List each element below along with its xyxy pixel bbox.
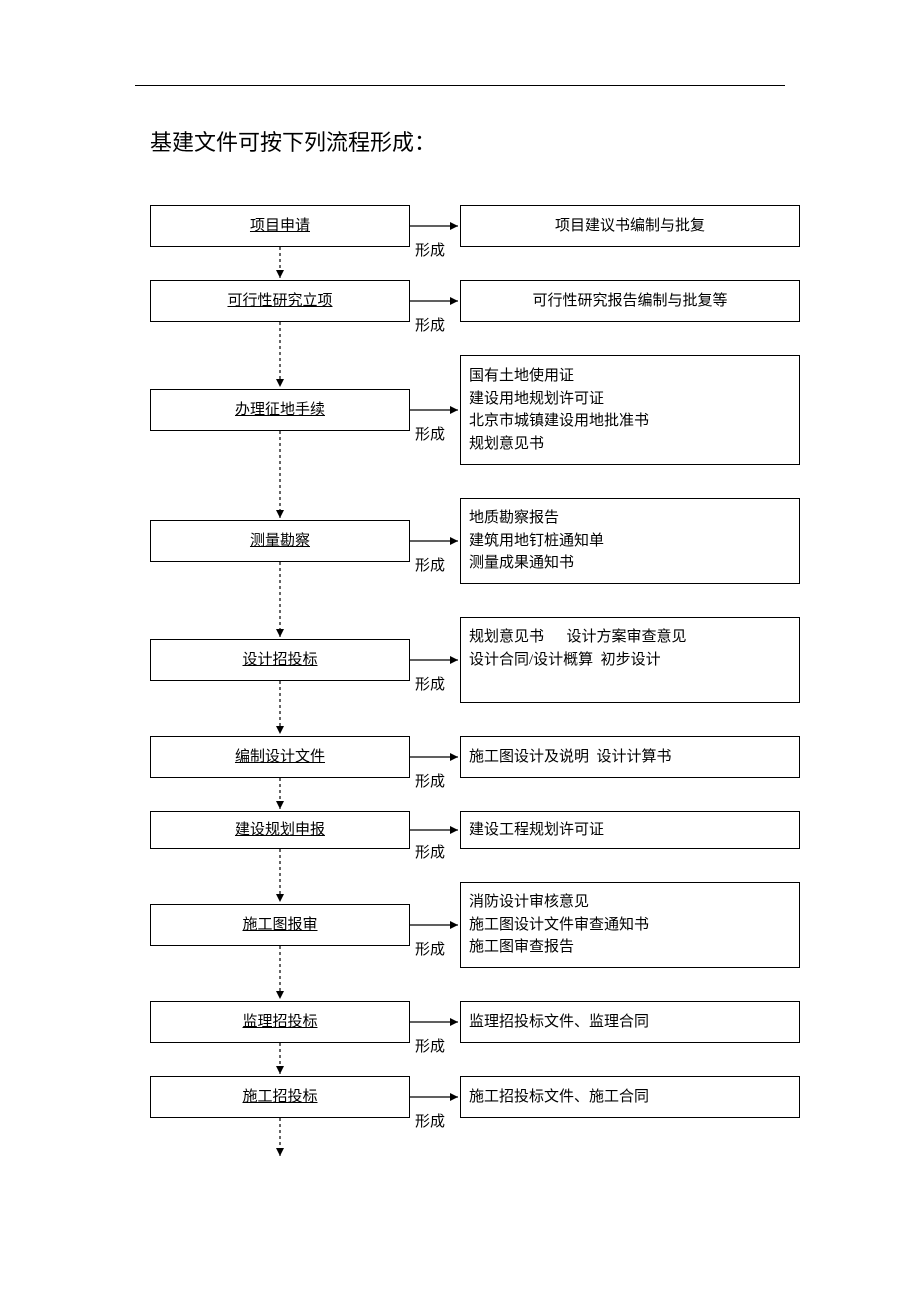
output-box: 监理招投标文件、监理合同	[460, 1001, 800, 1043]
output-line	[469, 671, 473, 694]
connector-label: 形成	[415, 554, 445, 575]
step-label: 施工图报审	[242, 914, 317, 937]
output-box: 消防设计审核意见施工图设计文件审查通知书施工图审查报告	[460, 882, 800, 968]
arrow-right-icon	[410, 751, 460, 763]
connector-label: 形成	[415, 1035, 445, 1056]
arrow-right-icon	[410, 535, 460, 547]
connector-label: 形成	[415, 770, 445, 791]
output-box: 规划意见书 设计方案审查意见设计合同/设计概算 初步设计	[460, 617, 800, 703]
arrow-down-icon	[274, 431, 286, 520]
arrow-right-icon	[410, 654, 460, 666]
output-line: 国有土地使用证	[469, 365, 574, 388]
connector-label: 形成	[415, 423, 445, 444]
output-line: 监理招投标文件、监理合同	[469, 1011, 649, 1034]
arrow-down-icon	[274, 946, 286, 1001]
output-box: 可行性研究报告编制与批复等	[460, 280, 800, 322]
step-label: 办理征地手续	[235, 399, 325, 422]
arrow-right-icon	[410, 295, 460, 307]
output-line: 施工图审查报告	[469, 936, 574, 959]
step-label: 建设规划申报	[235, 819, 325, 842]
step-box: 设计招投标	[150, 639, 410, 681]
output-line: 北京市城镇建设用地批准书	[469, 410, 649, 433]
output-box: 地质勘察报告建筑用地钉桩通知单测量成果通知书	[460, 498, 800, 584]
arrow-down-icon	[274, 681, 286, 736]
output-line: 测量成果通知书	[469, 552, 574, 575]
connector-label: 形成	[415, 673, 445, 694]
arrow-right-icon	[410, 1091, 460, 1103]
step-label: 项目申请	[250, 215, 310, 238]
arrow-right-icon	[410, 220, 460, 232]
step-label: 设计招投标	[242, 649, 317, 672]
step-box: 编制设计文件	[150, 736, 410, 778]
arrow-down-icon	[274, 322, 286, 389]
output-line: 消防设计审核意见	[469, 891, 589, 914]
arrow-right-icon	[410, 919, 460, 931]
output-box: 项目建议书编制与批复	[460, 205, 800, 247]
output-line: 地质勘察报告	[469, 507, 559, 530]
arrow-down-icon	[274, 1118, 286, 1158]
arrow-down-icon	[274, 778, 286, 811]
page-top-border	[135, 85, 785, 86]
arrow-down-icon	[274, 1043, 286, 1076]
arrow-right-icon	[410, 1016, 460, 1028]
step-box: 可行性研究立项	[150, 280, 410, 322]
output-line: 施工图设计文件审查通知书	[469, 914, 649, 937]
connector-label: 形成	[415, 314, 445, 335]
step-label: 施工招投标	[242, 1086, 317, 1109]
output-line: 施工招投标文件、施工合同	[469, 1086, 649, 1109]
arrow-right-icon	[410, 824, 460, 836]
step-box: 建设规划申报	[150, 811, 410, 849]
step-box: 监理招投标	[150, 1001, 410, 1043]
arrow-down-icon	[274, 562, 286, 639]
step-label: 监理招投标	[242, 1011, 317, 1034]
step-box: 测量勘察	[150, 520, 410, 562]
output-line: 建设用地规划许可证	[469, 388, 604, 411]
output-line: 设计合同/设计概算 初步设计	[469, 649, 661, 672]
page-title: 基建文件可按下列流程形成：	[150, 125, 436, 157]
step-box: 施工招投标	[150, 1076, 410, 1118]
step-box: 项目申请	[150, 205, 410, 247]
output-line: 建设工程规划许可证	[469, 819, 604, 842]
connector-label: 形成	[415, 841, 445, 862]
arrow-right-icon	[410, 404, 460, 416]
output-line: 项目建议书编制与批复	[555, 215, 705, 238]
output-line: 可行性研究报告编制与批复等	[532, 290, 727, 313]
connector-label: 形成	[415, 938, 445, 959]
step-label: 测量勘察	[250, 530, 310, 553]
output-box: 建设工程规划许可证	[460, 811, 800, 849]
output-line: 施工图设计及说明 设计计算书	[469, 746, 672, 769]
output-box: 施工招投标文件、施工合同	[460, 1076, 800, 1118]
output-line: 规划意见书	[469, 433, 544, 456]
output-box: 国有土地使用证建设用地规划许可证北京市城镇建设用地批准书规划意见书	[460, 355, 800, 465]
output-box: 施工图设计及说明 设计计算书	[460, 736, 800, 778]
arrow-down-icon	[274, 849, 286, 904]
step-label: 可行性研究立项	[227, 290, 332, 313]
step-label: 编制设计文件	[235, 746, 325, 769]
step-box: 施工图报审	[150, 904, 410, 946]
output-line: 规划意见书 设计方案审查意见	[469, 626, 687, 649]
connector-label: 形成	[415, 239, 445, 260]
arrow-down-icon	[274, 247, 286, 280]
connector-label: 形成	[415, 1110, 445, 1131]
step-box: 办理征地手续	[150, 389, 410, 431]
output-line: 建筑用地钉桩通知单	[469, 530, 604, 553]
